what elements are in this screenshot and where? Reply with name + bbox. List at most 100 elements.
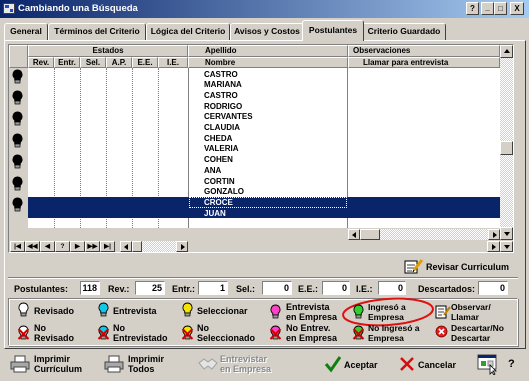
- entrevistar-en-empresa-button[interactable]: Entrevistar en Empresa: [196, 351, 282, 377]
- table-row[interactable]: CASTRO MARIANA: [9, 69, 500, 90]
- column-header-rev[interactable]: Rev.: [28, 57, 54, 68]
- title-bar[interactable]: Cambiando una Búsqueda ? _ □ X: [0, 0, 529, 18]
- column-header-nombre[interactable]: Nombre: [188, 57, 348, 68]
- count-value-descartados: 0: [478, 281, 508, 295]
- arrow-right-icon: [492, 244, 496, 250]
- table-row[interactable]: CERVANTES CLAUDIA: [9, 111, 500, 132]
- legend-label: Revisado: [34, 306, 75, 316]
- tab-logica-del-criterio[interactable]: Lógica del Criterio: [146, 23, 230, 40]
- count-value-i-e: 0: [378, 281, 406, 295]
- legend-label: No Revisado: [34, 323, 75, 343]
- cell-nombre: GONZALO: [204, 187, 244, 197]
- legend-label: No Entrev. en Empresa: [286, 323, 338, 343]
- header-estados: Estados: [28, 45, 188, 57]
- legend-item-no-entrevistado: No Entrevistado: [94, 323, 178, 344]
- discard-icon: [435, 325, 448, 340]
- scroll-up-button[interactable]: [500, 45, 513, 58]
- help-button[interactable]: ?: [466, 2, 479, 15]
- table-row[interactable]: CROCE JUAN: [9, 197, 500, 218]
- nav-button-2[interactable]: ◀: [40, 241, 55, 252]
- bulb-white-icon: [17, 302, 30, 319]
- obs-scroll-left-button[interactable]: [348, 229, 360, 240]
- bulb-white-x-icon: [17, 325, 30, 342]
- revisar-curriculum-button[interactable]: Revisar Curriculum: [402, 257, 518, 275]
- arrow-down-icon: [504, 232, 510, 236]
- tab-label: General: [10, 26, 42, 36]
- table-row[interactable]: CHEDA VALERIA: [9, 133, 500, 154]
- bottom-scroll-right-button[interactable]: [487, 241, 500, 252]
- legend-label: Ingresó a Empresa: [368, 302, 406, 322]
- tab-general[interactable]: General: [4, 23, 48, 40]
- table-row[interactable]: CORTIN GONZALO: [9, 176, 500, 197]
- arrow-up-icon: [504, 49, 510, 53]
- tab-label: Avisos y Costos: [234, 26, 300, 36]
- count-value-rev: 25: [135, 281, 165, 295]
- nav-button-1[interactable]: ◀◀: [25, 241, 40, 252]
- scroll-thumb[interactable]: [500, 141, 513, 155]
- column-header-i-e[interactable]: I.E.: [158, 57, 188, 68]
- bulb-black-icon: [11, 90, 24, 107]
- names-scroll-thumb[interactable]: [132, 241, 142, 252]
- cell-nombre: MARIANA: [204, 80, 242, 90]
- cancelar-button[interactable]: Cancelar: [396, 351, 480, 377]
- tab-avisos-y-costos[interactable]: Avisos y Costos: [230, 23, 304, 40]
- arrow-left-icon: [352, 232, 356, 238]
- legend-item-revisado: Revisado: [14, 302, 94, 323]
- minimize-button[interactable]: _: [481, 2, 494, 15]
- legend-item-ingreso-a-empresa: Ingresó a Empresa: [349, 302, 432, 323]
- nav-button-3[interactable]: ?: [55, 241, 70, 252]
- table-row[interactable]: CASTRO RODRIGO: [9, 90, 500, 111]
- column-header-llamar[interactable]: Llamar para entrevista: [348, 57, 500, 68]
- column-header-entr[interactable]: Entr.: [54, 57, 80, 68]
- arrow-left-icon: [124, 244, 128, 250]
- tab-terminos-del-criterio[interactable]: Términos del Criterio: [48, 23, 146, 40]
- bottom-scroll-down-button[interactable]: [500, 241, 513, 252]
- column-header-sel[interactable]: Sel.: [80, 57, 106, 68]
- bulb-black-icon: [11, 197, 24, 214]
- arrow-down-icon: [504, 245, 510, 249]
- action-label: Entrevistar en Empresa: [220, 354, 272, 374]
- obs-scroll-thumb[interactable]: [360, 229, 380, 240]
- cell-apellido: CASTRO: [204, 90, 238, 100]
- tab-label: Postulantes: [308, 25, 358, 35]
- legend-label: Entrevista: [113, 306, 157, 316]
- legend-item-no-revisado: No Revisado: [14, 323, 94, 344]
- maximize-glyph: □: [498, 4, 503, 13]
- help-area[interactable]: ?: [474, 351, 522, 377]
- legend-item-seleccionar: Seleccionar: [178, 302, 266, 323]
- table-row[interactable]: COHEN ANA: [9, 154, 500, 175]
- count-label-e-e: E.E.:: [298, 284, 319, 294]
- names-scroll-left-button[interactable]: [120, 241, 132, 252]
- scroll-down-button[interactable]: [500, 227, 513, 240]
- header-apellido: Apellido: [188, 45, 348, 57]
- imprimir-curriculum-button[interactable]: Imprimir Currículum: [8, 351, 96, 377]
- names-scroll-right-button[interactable]: [176, 241, 188, 252]
- nav-button-6[interactable]: ▶|: [100, 241, 115, 252]
- note-icon: [435, 304, 451, 321]
- bulb-black-icon: [11, 111, 24, 128]
- x-mark-icon: [398, 355, 416, 375]
- bulb-black-icon: [11, 133, 24, 150]
- imprimir-todos-button[interactable]: Imprimir Todos: [102, 351, 190, 377]
- aceptar-button[interactable]: Aceptar: [322, 351, 406, 377]
- close-button[interactable]: X: [510, 2, 524, 15]
- action-label: Aceptar: [344, 360, 378, 370]
- nav-button-5[interactable]: ▶▶: [85, 241, 100, 252]
- bulb-black-icon: [11, 154, 24, 171]
- column-header-a-p[interactable]: A.P.: [106, 57, 132, 68]
- nav-button-0[interactable]: |◀: [10, 241, 25, 252]
- obs-scroll-right-button[interactable]: [488, 229, 500, 240]
- tab-postulantes[interactable]: Postulantes: [302, 20, 364, 41]
- revisar-curriculum-label: Revisar Curriculum: [426, 262, 510, 272]
- cell-nombre: VALERIA: [204, 144, 239, 154]
- maximize-button[interactable]: □: [494, 2, 507, 15]
- column-header-e-e[interactable]: E.E.: [132, 57, 158, 68]
- bulb-black-icon: [11, 69, 24, 86]
- cell-apellido: CORTIN: [204, 176, 235, 186]
- printer-icon: [104, 355, 124, 375]
- nav-button-4[interactable]: ▶: [70, 241, 85, 252]
- tab-criterio-guardado[interactable]: Criterio Guardado: [362, 23, 446, 40]
- legend-label: No Ingresó a Empresa: [368, 323, 420, 343]
- cell-nombre: RODRIGO: [204, 101, 243, 111]
- legend-item-observar-llamar: Observar/ Llamar: [432, 302, 514, 323]
